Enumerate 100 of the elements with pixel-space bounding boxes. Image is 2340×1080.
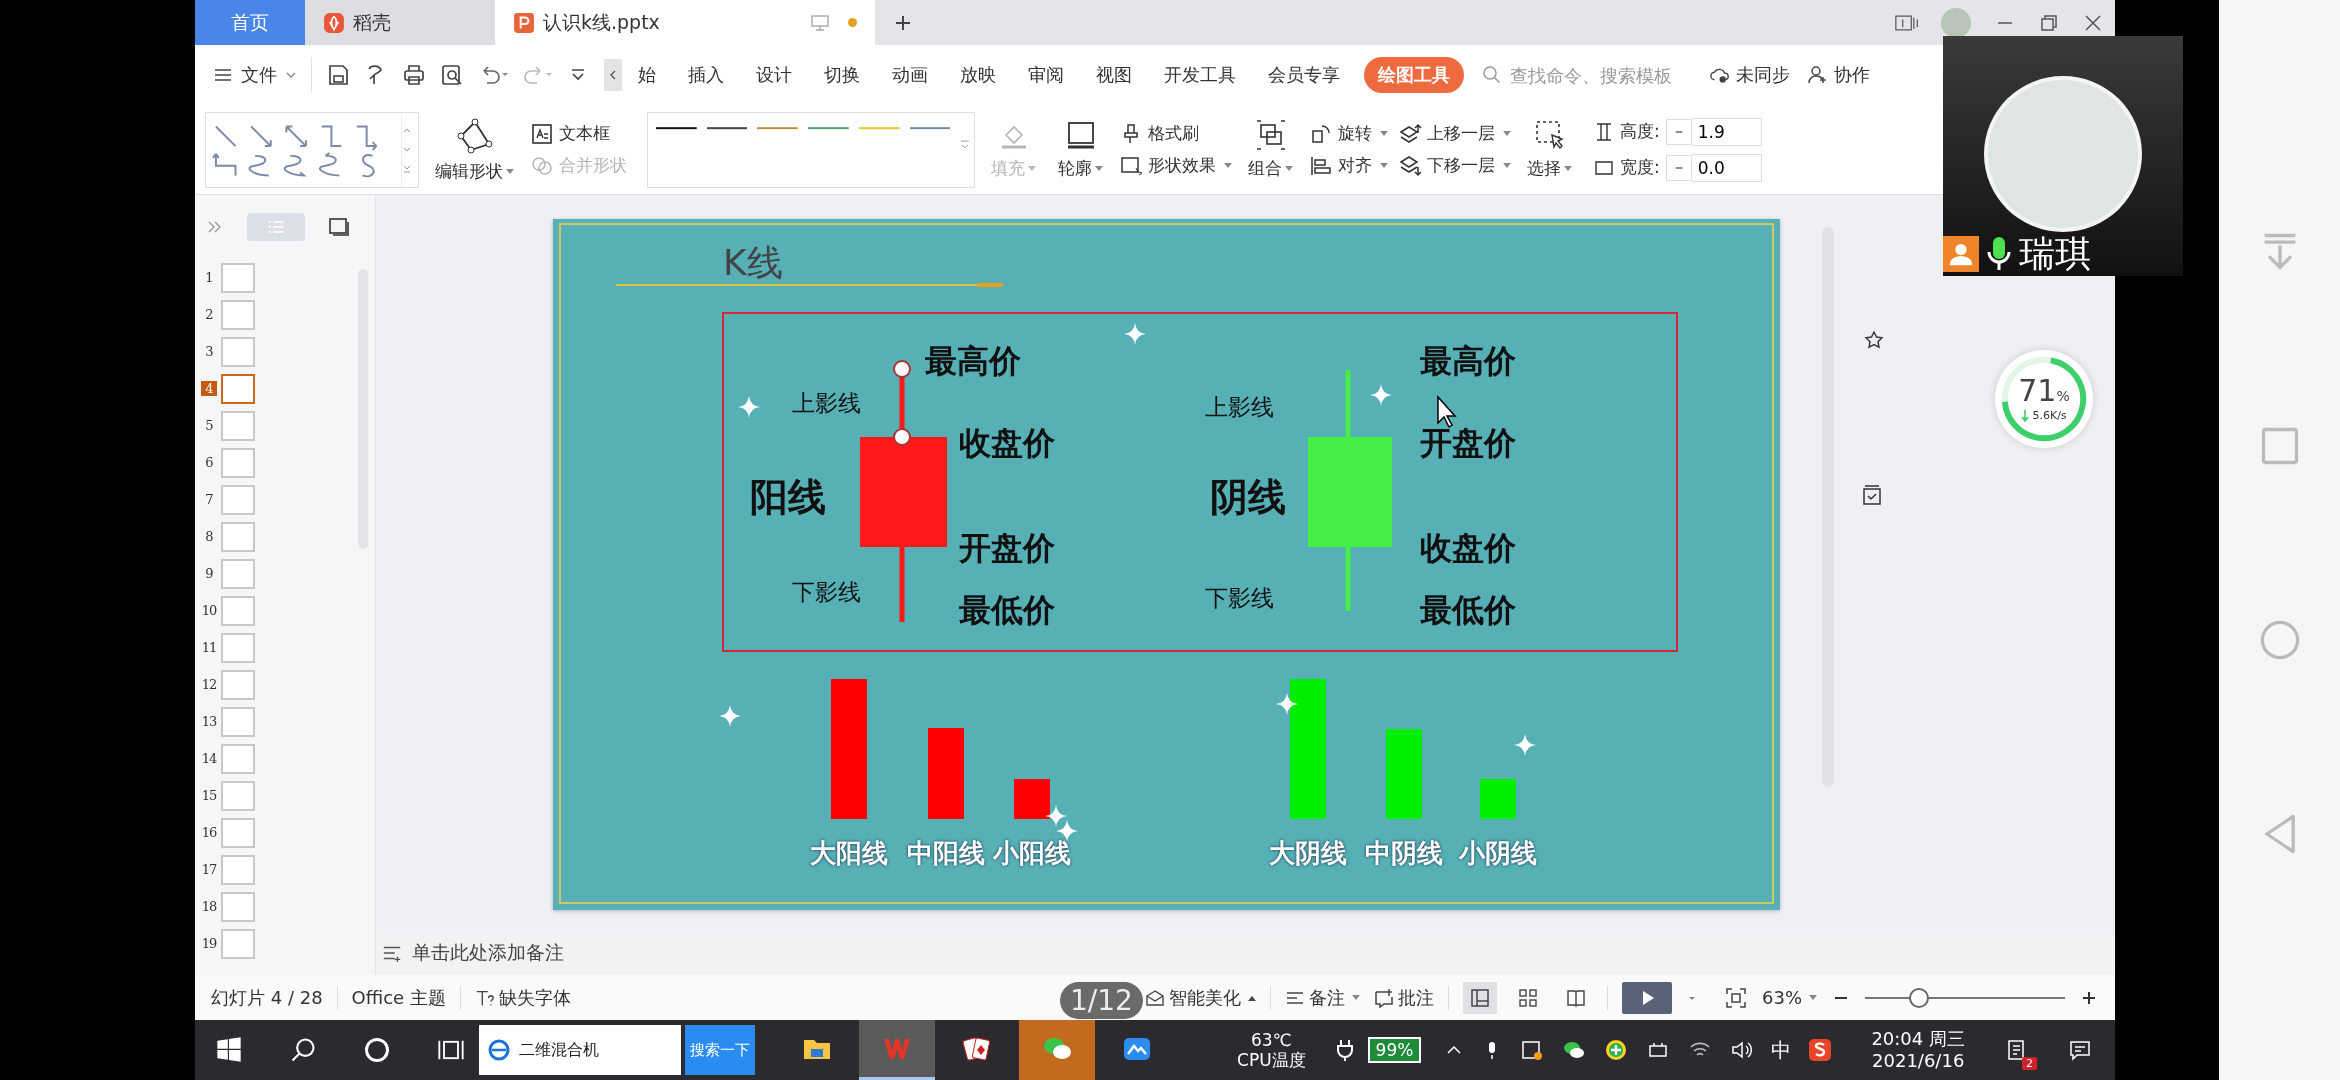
price-label: 开盘价 [959, 528, 1055, 569]
outline-button[interactable]: 轮廓 [1052, 119, 1109, 180]
line-shape-gallery[interactable] [205, 111, 419, 188]
slide-thumbnail[interactable] [221, 595, 255, 626]
fit-window-icon[interactable] [1724, 985, 1748, 1010]
slide-thumbnail[interactable] [221, 632, 255, 663]
tray-app-icon[interactable] [1520, 1038, 1545, 1062]
slides-view-icon[interactable] [327, 215, 351, 239]
bar-label: 小阴线 [1459, 836, 1537, 870]
layers-up-icon [1398, 121, 1422, 146]
normal-view-button[interactable] [1463, 981, 1497, 1014]
video-call-panel[interactable]: 瑞琪 [1943, 36, 2183, 276]
slide-number: 7 [204, 492, 214, 507]
tab[interactable]: 认识k线.pptx [495, 0, 875, 45]
slide-thumbnail[interactable] [221, 336, 255, 367]
zoom-slider-thumb[interactable] [1909, 987, 1929, 1008]
ribbon-tab[interactable]: 切换 [808, 57, 876, 93]
plus-circle-icon[interactable] [1604, 1038, 1629, 1062]
send-backward-button[interactable]: 下移一层 [1398, 153, 1511, 178]
play-button[interactable] [1622, 981, 1672, 1014]
tab[interactable]: 稻壳 [305, 0, 495, 45]
slide-thumbnail[interactable] [221, 928, 255, 959]
ribbon-tab[interactable]: 放映 [944, 57, 1012, 93]
slide-thumbnail[interactable] [221, 743, 255, 774]
battery-indicator[interactable]: 99% [1367, 1037, 1422, 1063]
notes-area[interactable]: 单击此处添加备注 [376, 930, 2115, 975]
comments-button[interactable]: 批注 [1374, 985, 1434, 1010]
slide-thumbnail[interactable] [221, 484, 255, 515]
ribbon-tab[interactable]: 会员专享 [1252, 57, 1356, 93]
height-label: 高度: [1620, 120, 1660, 143]
group-button[interactable]: 组合 [1242, 119, 1299, 180]
line-style-sample[interactable] [706, 126, 748, 130]
slide-thumbnail[interactable] [221, 706, 255, 737]
s-logo-icon[interactable] [1808, 1038, 1833, 1062]
file-menu[interactable]: 文件 [213, 57, 312, 93]
shadow-label: 下影线 [792, 577, 861, 607]
missing-fonts-button[interactable]: 缺失字体 [474, 985, 571, 1010]
tab[interactable]: 首页 [195, 0, 305, 45]
rotate-button[interactable]: 旋转 [1309, 121, 1388, 146]
command-search-field[interactable]: 查找命令、搜索模板 [1508, 63, 1692, 87]
slide-thumbnail[interactable] [221, 780, 255, 811]
sync-button[interactable]: 未同步 [1710, 63, 1790, 87]
search-icon[interactable] [289, 1036, 317, 1064]
action-center-icon[interactable] [2068, 1038, 2092, 1062]
slide-thumbnail[interactable] [221, 521, 255, 552]
ribbon-tab[interactable]: 动画 [876, 57, 944, 93]
input-method-indicator[interactable]: 中 [1771, 1036, 1792, 1064]
line-style-sample[interactable] [656, 126, 697, 130]
width-field[interactable]: 0.0 [1691, 153, 1762, 182]
align-button[interactable]: 对齐 [1309, 153, 1388, 178]
ribbon-tab[interactable]: 开发工具 [1148, 57, 1252, 93]
smart-beautify-button[interactable]: 智能美化 [1145, 985, 1256, 1010]
slide-number: 18 [201, 899, 217, 914]
ribbon-tab[interactable]: 视图 [1080, 57, 1148, 93]
window-count-icon[interactable] [1895, 12, 1919, 33]
circle-icon[interactable] [363, 1036, 391, 1064]
format-painter-button[interactable]: 格式刷 [1119, 121, 1232, 146]
slide-thumbnail[interactable] [221, 817, 255, 848]
slide-number: 9 [204, 566, 214, 581]
print-icon[interactable] [402, 63, 426, 87]
slide-thumbnail[interactable] [221, 669, 255, 700]
slide-thumbnail[interactable] [221, 373, 255, 404]
print-preview-icon[interactable] [440, 63, 464, 87]
collaborate-button[interactable]: 协作 [1808, 63, 1870, 87]
slide-thumbnail[interactable] [221, 891, 255, 922]
ribbon-tab[interactable]: 审阅 [1012, 57, 1080, 93]
save-icon[interactable] [326, 63, 350, 87]
microphone-icon [1987, 236, 2011, 272]
notes-button[interactable]: 备注 [1285, 985, 1360, 1010]
ribbon-tab[interactable]: 插入 [672, 57, 740, 93]
slide-thumbnail[interactable] [221, 262, 255, 293]
windows-start-icon[interactable] [215, 1036, 243, 1064]
bring-forward-button[interactable]: 上移一层 [1398, 121, 1511, 146]
clock-date[interactable]: 2021/6/16 [1872, 1050, 1965, 1072]
chat-bubbles-app-icon[interactable] [1019, 1020, 1095, 1080]
sparkle-icon [719, 705, 741, 727]
slide-thumbnail[interactable] [221, 410, 255, 441]
ribbon-tab[interactable]: 始 [622, 57, 672, 93]
slide-thumbnail[interactable] [221, 854, 255, 885]
bar-label: 大阳线 [810, 836, 888, 870]
select-button[interactable]: 选择 [1521, 119, 1578, 180]
ribbon-tab[interactable]: 设计 [740, 57, 808, 93]
edit-shape-button[interactable]: 编辑形状 [429, 116, 520, 183]
clock-time[interactable]: 20:04 周三 [1871, 1028, 1965, 1050]
taskbar-search-field[interactable]: 二维混合机 [515, 1025, 681, 1075]
calendar-check-icon[interactable] [1860, 483, 1884, 507]
zoom-level-dropdown[interactable]: 63% [1762, 987, 1817, 1008]
shape-effect-button[interactable]: 形状效果 [1119, 153, 1232, 178]
slide-thumbnail[interactable] [221, 299, 255, 330]
caret-icon [1095, 165, 1103, 172]
w-logo-app-icon[interactable] [859, 1020, 935, 1080]
down-arrow-icon [2021, 409, 2030, 422]
height-field[interactable]: 1.9 [1691, 117, 1762, 146]
slide-thumbnail[interactable] [221, 447, 255, 478]
slide-thumbnail[interactable] [221, 558, 255, 589]
text-box-button[interactable]: 文本框 [530, 121, 627, 146]
scroll-caret-icon[interactable] [960, 138, 970, 151]
user-avatar[interactable] [1941, 7, 1971, 38]
grid-icon [1518, 987, 1538, 1008]
scroll-left-button[interactable] [604, 59, 622, 91]
